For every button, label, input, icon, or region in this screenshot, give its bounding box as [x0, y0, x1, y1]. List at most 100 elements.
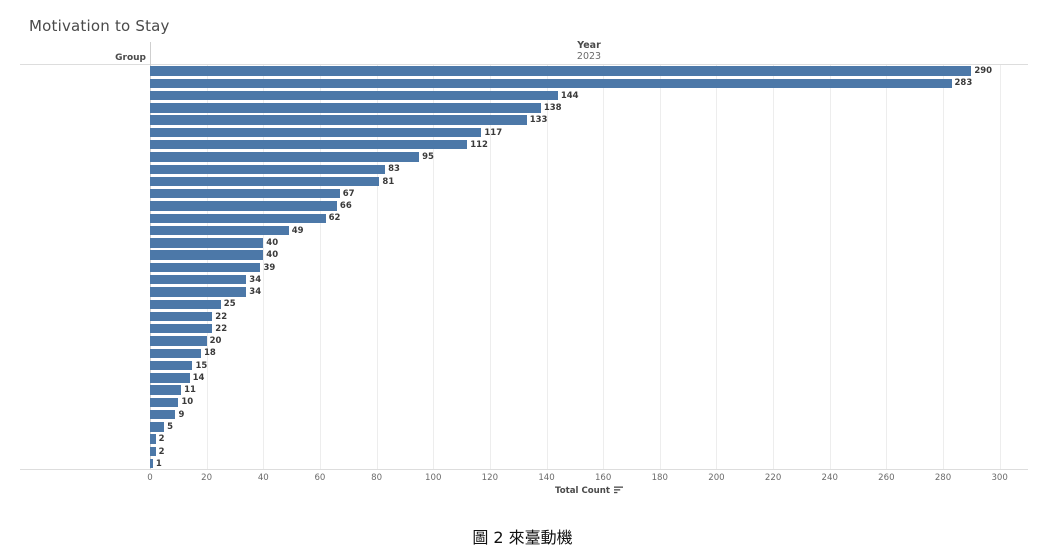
bar-value-label: 290	[974, 66, 993, 77]
bar[interactable]	[150, 66, 972, 76]
chart-row: 112Culture	[150, 139, 1028, 151]
chart-row: 62Affordable Living Cost	[150, 212, 1028, 224]
bar[interactable]	[150, 225, 289, 236]
chart-row: 34Healthcare	[150, 286, 1028, 298]
bar-value-label: 22	[215, 323, 228, 334]
chart-row: 283Work	[150, 77, 1028, 89]
figure-caption: 圖 2 來臺動機	[472, 528, 573, 547]
bar-value-label: 15	[195, 360, 208, 371]
bar[interactable]	[150, 189, 340, 199]
chart-row: 11Visa	[150, 384, 1028, 396]
chart-row: 34Location	[150, 274, 1028, 286]
bar[interactable]	[150, 274, 247, 285]
chart-row: 49Travel	[150, 225, 1028, 237]
chart-row: 81Education	[150, 175, 1028, 187]
bar-value-label: 144	[560, 90, 579, 101]
bar[interactable]	[150, 287, 247, 297]
bar[interactable]	[150, 238, 264, 248]
bar[interactable]	[150, 324, 213, 334]
bar[interactable]	[150, 115, 527, 125]
bar[interactable]	[150, 446, 156, 457]
chart-row: 138Family	[150, 102, 1028, 114]
bar-value-label: 49	[291, 225, 304, 236]
bar[interactable]	[150, 201, 337, 211]
bar[interactable]	[150, 78, 952, 89]
group-axis-title: Group	[115, 53, 146, 63]
chart-row: 144People	[150, 90, 1028, 102]
bar-value-label: 22	[215, 311, 228, 322]
bar[interactable]	[150, 140, 468, 150]
chart-row: 10Neutral	[150, 396, 1028, 408]
bar[interactable]	[150, 311, 213, 322]
bar[interactable]	[150, 397, 179, 408]
chart-row: 40Friends	[150, 237, 1028, 249]
bar[interactable]	[150, 299, 221, 309]
bar-value-label: 138	[543, 102, 562, 113]
bar[interactable]	[150, 176, 380, 187]
x-axis-tick: 180	[651, 473, 668, 483]
x-axis-tick: 200	[708, 473, 725, 483]
bar[interactable]	[150, 373, 190, 383]
chart-row: 14Government	[150, 372, 1028, 384]
chart-row: 39Mandarin	[150, 261, 1028, 273]
x-axis-tick: 220	[764, 473, 782, 483]
chart-row: 290Nice Country / Quality	[150, 65, 1028, 77]
bar[interactable]	[150, 422, 165, 432]
x-axis-tick: 140	[538, 473, 555, 483]
x-axis-tick: 240	[821, 473, 838, 483]
chart-row: 22International Friendly	[150, 310, 1028, 322]
x-axis-tick: 280	[934, 473, 952, 483]
x-axis-tick: 300	[991, 473, 1008, 483]
chart-row: 15Gold Card Program	[150, 359, 1028, 371]
bar[interactable]	[150, 164, 386, 174]
facet-header: Year 2023	[150, 40, 1028, 63]
bar[interactable]	[150, 103, 541, 113]
bar[interactable]	[150, 213, 326, 224]
chart-row: 83Environment	[150, 163, 1028, 175]
bar[interactable]	[150, 127, 482, 138]
chart-row: 133Economy	[150, 114, 1028, 126]
chart-row: 66Safety	[150, 200, 1028, 212]
bar-value-label: 5	[167, 422, 174, 433]
bar[interactable]	[150, 250, 264, 260]
bar-value-label: 39	[263, 262, 276, 273]
bar[interactable]	[150, 336, 207, 346]
facet-header-value: 2023	[576, 51, 602, 62]
bar-value-label: 40	[266, 250, 279, 261]
bar-value-label: 18	[203, 348, 216, 359]
bar[interactable]	[150, 90, 558, 101]
chart-row: 5No Reason	[150, 421, 1028, 433]
chart-row: 2Avoid Covid	[150, 445, 1028, 457]
bar-value-label: 117	[484, 127, 503, 138]
bar[interactable]	[150, 459, 153, 469]
x-axis-tick: 120	[481, 473, 499, 483]
chart-row: 95Spouse	[150, 151, 1028, 163]
x-axis-title: Total Count	[150, 486, 1028, 497]
bar[interactable]	[150, 348, 201, 358]
bar[interactable]	[150, 360, 193, 371]
bar-value-label: 14	[192, 372, 205, 383]
chart-row: 117Potential	[150, 126, 1028, 138]
bar-value-label: 133	[529, 115, 548, 126]
x-axis-tick: 100	[425, 473, 442, 483]
bar[interactable]	[150, 152, 420, 162]
bar-value-label: 11	[184, 385, 196, 396]
bar-value-label: 9	[178, 409, 185, 420]
chart-row: 22Freedom	[150, 323, 1028, 335]
bar-value-label: 83	[388, 164, 400, 175]
bar[interactable]	[150, 409, 176, 420]
bar[interactable]	[150, 434, 156, 444]
bar[interactable]	[150, 385, 182, 395]
chart-row: 25Modern	[150, 298, 1028, 310]
bar-value-label: 112	[470, 139, 488, 150]
bar-value-label: 1	[155, 458, 162, 469]
bar-value-label: 34	[249, 274, 262, 285]
x-axis-tick: 20	[201, 473, 213, 483]
bar[interactable]	[150, 262, 261, 273]
bar-value-label: 34	[249, 287, 262, 298]
chart-row: 9Random	[150, 409, 1028, 421]
chart-row: 67Convenience	[150, 188, 1028, 200]
chart-row: 2Tax Benefit	[150, 433, 1028, 445]
sort-descending-icon[interactable]	[614, 486, 624, 497]
bar-value-label: 10	[181, 397, 194, 408]
